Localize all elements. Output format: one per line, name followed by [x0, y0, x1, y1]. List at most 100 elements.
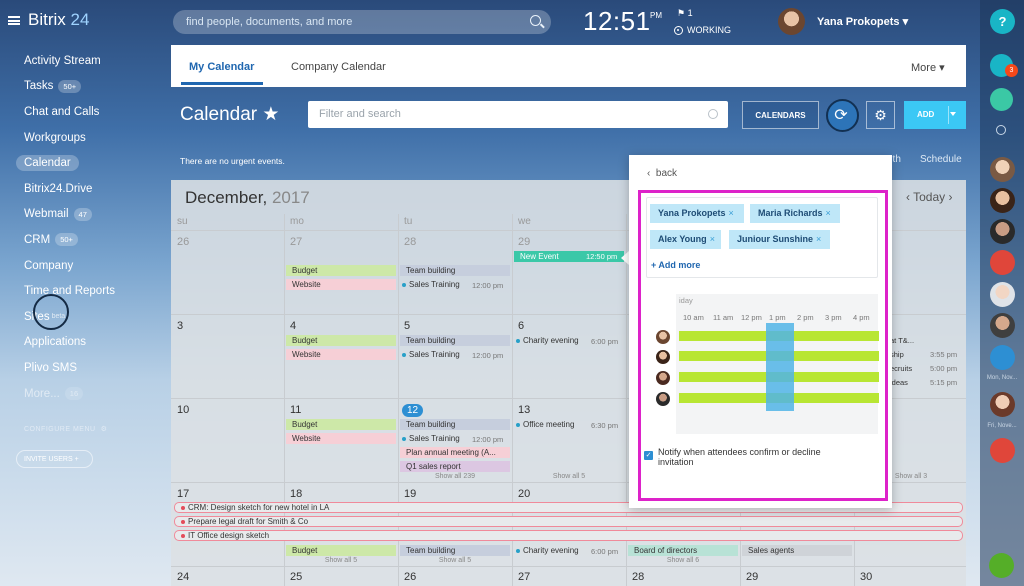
calendar-event[interactable]: Budget: [286, 265, 396, 276]
calendar-event[interactable]: Budget: [286, 335, 396, 346]
day-number[interactable]: 5: [404, 320, 410, 332]
day-number[interactable]: 25: [290, 571, 302, 583]
show-all-link[interactable]: Show all 5: [400, 557, 510, 564]
show-all-link[interactable]: Show all 5: [514, 473, 624, 480]
calendar-event[interactable]: Team building: [400, 419, 510, 430]
remove-icon[interactable]: ×: [826, 208, 831, 218]
flag-counter[interactable]: ⚑ 1: [677, 8, 693, 19]
calendar-event[interactable]: Budget: [286, 419, 396, 430]
show-all-link[interactable]: Show all 239: [400, 473, 510, 480]
menu-item-webmail[interactable]: Webmail 47: [16, 202, 161, 228]
search-icon[interactable]: [530, 15, 541, 26]
calendar-event[interactable]: Sales Training: [402, 280, 460, 289]
contact-avatar[interactable]: [990, 219, 1015, 244]
day-number[interactable]: 11: [290, 404, 301, 416]
add-button[interactable]: ADD: [904, 101, 966, 129]
menu-item-crm[interactable]: CRM 50+: [16, 227, 161, 253]
calendar-event[interactable]: Charity evening: [516, 546, 579, 555]
menu-burger-icon[interactable]: [8, 15, 20, 25]
calendar-event[interactable]: Q1 sales report: [400, 461, 510, 472]
day-number[interactable]: 6: [518, 320, 524, 332]
day-number[interactable]: 3: [177, 320, 183, 332]
chevron-down-icon[interactable]: [950, 112, 956, 116]
contact-avatar[interactable]: [990, 282, 1015, 307]
phone-hangup-icon[interactable]: [990, 438, 1015, 463]
filter-search-input[interactable]: Filter and search: [308, 101, 728, 128]
remove-icon[interactable]: ×: [816, 234, 821, 244]
contact-avatar[interactable]: [990, 313, 1015, 338]
show-all-link[interactable]: Show all 6: [628, 557, 738, 564]
remove-icon[interactable]: ×: [729, 208, 734, 218]
group-chat-icon[interactable]: [990, 345, 1015, 370]
day-number[interactable]: 29: [518, 236, 530, 248]
day-number[interactable]: 17: [177, 488, 189, 500]
day-number[interactable]: 27: [290, 236, 302, 248]
menu-item-company[interactable]: Company: [16, 253, 161, 279]
show-all-link[interactable]: Show all 5: [286, 557, 396, 564]
view-schedule-tab[interactable]: Schedule: [920, 154, 962, 165]
selected-time-slot[interactable]: [766, 323, 794, 411]
contact-avatar[interactable]: [990, 392, 1015, 417]
long-task-bar[interactable]: Prepare legal draft for Smith & Co: [174, 516, 963, 527]
calendar-event[interactable]: Team building: [400, 335, 510, 346]
menu-item-workgroups[interactable]: Workgroups: [16, 125, 161, 151]
calendar-event[interactable]: Sales Training: [402, 350, 460, 359]
today-nav[interactable]: ‹ Today ›: [906, 190, 953, 204]
tab-more[interactable]: More ▾: [911, 61, 945, 74]
calendar-event[interactable]: Sales agents: [742, 545, 852, 556]
long-task-bar[interactable]: IT Office design sketch: [174, 530, 963, 541]
invite-users-button[interactable]: INVITE USERS +: [16, 450, 93, 468]
help-icon[interactable]: ?: [990, 9, 1015, 34]
menu-item-applications[interactable]: Applications: [16, 330, 161, 356]
menu-item-chat[interactable]: Chat and Calls: [16, 99, 161, 125]
calendar-event[interactable]: Board of directors: [628, 545, 738, 556]
menu-item-tasks[interactable]: Tasks 50+: [16, 74, 161, 100]
day-number[interactable]: 28: [404, 236, 416, 248]
day-number[interactable]: 26: [404, 571, 416, 583]
day-number[interactable]: 4: [290, 320, 296, 332]
day-number[interactable]: 26: [177, 236, 189, 248]
menu-item-calendar[interactable]: Calendar: [16, 150, 161, 176]
menu-item-plivo[interactable]: Plivo SMS: [16, 355, 161, 381]
clock-time[interactable]: 12:51: [583, 6, 651, 37]
calendar-event[interactable]: Charity evening: [516, 336, 579, 345]
search-icon[interactable]: [708, 109, 718, 119]
calendar-event[interactable]: Office meeting: [516, 420, 574, 429]
calendar-event[interactable]: Website: [286, 433, 396, 444]
calendar-event[interactable]: Plan annual meeting (A...: [400, 447, 510, 458]
notify-label[interactable]: Notify when attendees confirm or decline…: [658, 447, 858, 467]
calendar-event[interactable]: Sales Training: [402, 434, 460, 443]
day-number[interactable]: 24: [177, 571, 189, 583]
calendars-button[interactable]: CALENDARS: [742, 101, 819, 129]
work-status[interactable]: WORKING: [674, 25, 731, 35]
contact-avatar[interactable]: [990, 188, 1015, 213]
menu-item-activity-stream[interactable]: Activity Stream: [16, 48, 161, 74]
day-number[interactable]: 13: [518, 404, 530, 416]
settings-gear-icon[interactable]: ⚙: [866, 101, 895, 129]
day-number[interactable]: 19: [404, 488, 416, 500]
calendar-event[interactable]: Website: [286, 279, 396, 290]
calendar-event[interactable]: Team building: [400, 265, 510, 276]
calendar-event[interactable]: at T&...: [890, 336, 960, 345]
attendee-tag[interactable]: Yana Prokopets ×: [650, 204, 744, 223]
calendar-event[interactable]: Website: [286, 349, 396, 360]
app-logo[interactable]: Bitrix 24: [8, 10, 89, 30]
menu-item-more[interactable]: More... 16: [16, 381, 161, 407]
add-more-link[interactable]: + Add more: [651, 260, 700, 270]
day-number[interactable]: 18: [290, 488, 302, 500]
contacts-search-icon[interactable]: [996, 125, 1006, 135]
open-channel-icon[interactable]: [990, 250, 1015, 275]
notify-checkbox[interactable]: ✓: [644, 451, 653, 460]
day-number[interactable]: 28: [632, 571, 644, 583]
calendar-event[interactable]: Budget: [286, 545, 396, 556]
day-number[interactable]: 20: [518, 488, 530, 500]
calendar-event[interactable]: Team building: [400, 545, 510, 556]
tab-my-calendar[interactable]: My Calendar: [189, 61, 254, 73]
today-day-number[interactable]: 12: [402, 404, 424, 417]
attendee-tag[interactable]: Juniour Sunshine ×: [729, 230, 830, 249]
phone-call-icon[interactable]: [989, 553, 1014, 578]
favorite-star-icon[interactable]: ★: [262, 104, 279, 125]
messenger-icon[interactable]: [990, 88, 1013, 111]
day-number[interactable]: 30: [860, 571, 872, 583]
tab-company-calendar[interactable]: Company Calendar: [291, 61, 386, 73]
